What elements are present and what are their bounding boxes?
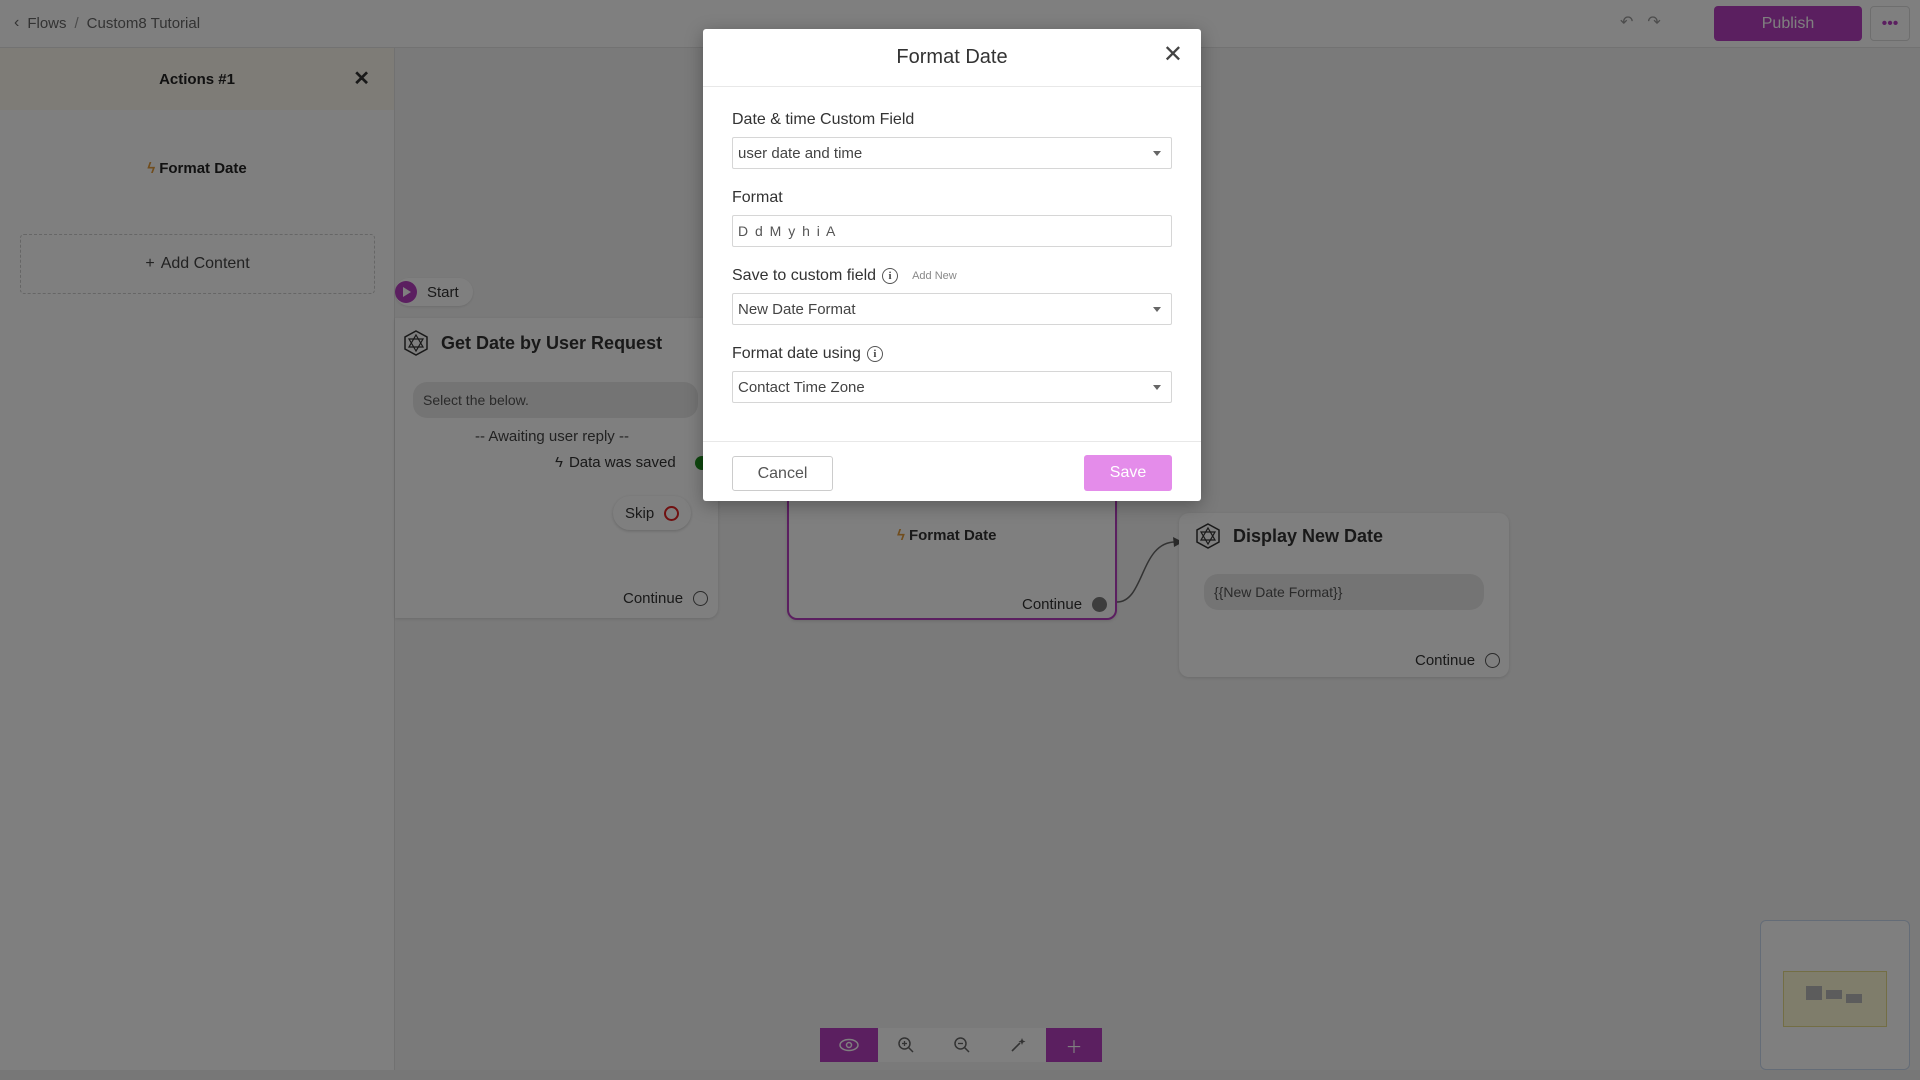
caret-down-icon	[1153, 150, 1161, 156]
caret-down-icon	[1153, 306, 1161, 312]
save-to-field-group: Save to custom field i Add New New Date …	[732, 267, 1172, 325]
select-value: New Date Format	[738, 300, 856, 318]
save-button[interactable]: Save	[1084, 455, 1172, 491]
save-to-custom-field-select[interactable]: New Date Format	[732, 293, 1172, 325]
format-using-field-group: Format date using i Contact Time Zone	[732, 345, 1172, 403]
format-using-label-row: Format date using i	[732, 345, 1172, 363]
info-icon[interactable]: i	[882, 268, 899, 284]
format-using-label: Format date using	[732, 345, 861, 362]
info-icon[interactable]: i	[866, 346, 883, 362]
add-new-link[interactable]: Add New	[912, 270, 957, 282]
select-value: Contact Time Zone	[738, 378, 865, 396]
datetime-custom-field-select[interactable]: user date and time	[732, 137, 1172, 169]
format-field-group: Format	[732, 189, 1172, 247]
datetime-field-group: Date & time Custom Field user date and t…	[732, 111, 1172, 169]
modal-footer: Cancel Save	[703, 441, 1201, 501]
format-field-label: Format	[732, 189, 783, 206]
save-to-field-label-row: Save to custom field i Add New	[732, 267, 1172, 285]
modal-header: Format Date ✕	[703, 29, 1201, 87]
close-icon[interactable]: ✕	[1163, 43, 1183, 67]
select-value: user date and time	[738, 144, 863, 162]
modal-title: Format Date	[896, 46, 1008, 68]
format-date-using-select[interactable]: Contact Time Zone	[732, 371, 1172, 403]
format-date-modal: Format Date ✕ Date & time Custom Field u…	[703, 29, 1201, 501]
datetime-field-label: Date & time Custom Field	[732, 111, 915, 128]
save-to-field-label: Save to custom field	[732, 267, 877, 284]
cancel-button[interactable]: Cancel	[732, 456, 833, 491]
format-input[interactable]	[732, 215, 1172, 247]
caret-down-icon	[1153, 384, 1161, 390]
